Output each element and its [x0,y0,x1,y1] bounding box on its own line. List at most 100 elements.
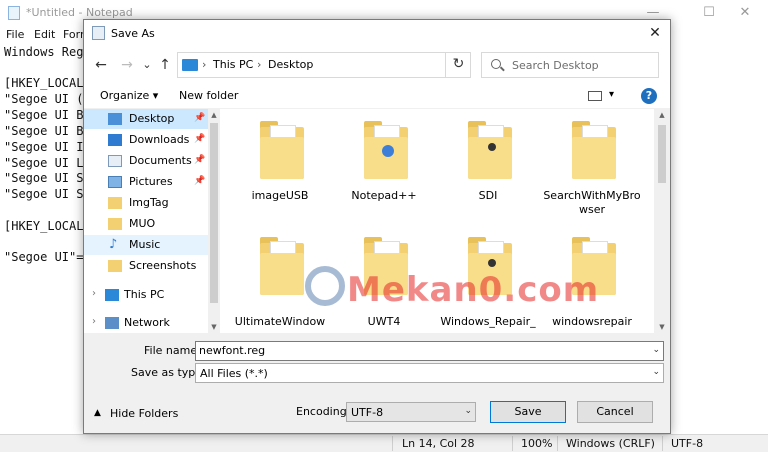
cancel-button[interactable]: Cancel [577,401,653,423]
nav-item-network[interactable]: › Network [84,313,208,333]
breadcrumb-desktop[interactable]: Desktop [268,58,313,71]
save-button[interactable]: Save [490,401,566,423]
text-line: [HKEY_LOCAL_ [4,219,91,233]
scroll-down-icon[interactable]: ▼ [208,321,220,333]
breadcrumb-this-pc[interactable]: This PC [213,58,253,71]
save-as-icon [92,26,105,40]
chevron-right-icon: › [202,58,207,71]
scroll-up-icon[interactable]: ▲ [208,109,220,121]
text-line: "Segoe UI (T [4,92,91,106]
back-button[interactable]: ← [92,56,110,74]
folder-icon [108,197,122,209]
gear-icon [305,266,345,306]
scrollbar-thumb[interactable] [658,125,666,183]
pictures-icon [108,176,122,188]
nav-item-desktop[interactable]: Desktop 📌 [84,109,208,129]
encoding-label: Encoding: [296,405,351,418]
folder-item[interactable]: SDI [436,113,540,223]
text-line: "Segoe UI Bo [4,124,91,138]
chevron-down-icon[interactable]: ⌄ [464,406,472,416]
folder-name: Notepad++ [351,189,417,202]
up-button[interactable]: ↑ [156,56,174,74]
view-dropdown[interactable]: ▾ [609,89,614,100]
nav-item-screenshots[interactable]: Screenshots [84,256,208,276]
nav-item-label: Screenshots [129,259,197,272]
refresh-button[interactable]: ↻ [445,52,471,78]
new-folder-button[interactable]: New folder [179,89,238,102]
help-icon[interactable]: ? [641,88,657,104]
nav-item-label: Network [124,316,170,329]
chevron-right-icon: › [257,58,262,71]
view-options-icon[interactable] [588,91,602,101]
folder-icon [468,121,512,179]
scroll-up-icon[interactable]: ▲ [654,109,670,121]
status-position: Ln 14, Col 28 [402,437,475,450]
nav-item-muo[interactable]: MUO [84,214,208,234]
organize-button[interactable]: Organize ▾ [100,89,158,102]
dialog-close-button[interactable]: ✕ [640,20,670,47]
status-divider [512,436,513,451]
folder-item[interactable]: SearchWithMyBrowser [540,113,644,223]
save-as-dialog: Save As ✕ ← → ⌄ ↑ › This PC › Desktop ⌄ … [83,19,671,434]
file-name-label: File name: [144,344,201,357]
nav-item-music[interactable]: ♪ Music [84,235,208,255]
status-zoom: 100% [521,437,553,450]
folder-item[interactable]: imageUSB [228,113,332,223]
nav-item-label: Pictures [129,175,173,188]
navigation-pane: Desktop 📌 Downloads 📌 Documents 📌 Pictur… [84,109,208,333]
menu-edit[interactable]: Edit [34,28,55,41]
nav-item-pictures[interactable]: Pictures 📌 [84,172,208,192]
close-button[interactable]: ✕ [722,0,768,26]
nav-pane-scrollbar[interactable]: ▲ ▼ [208,109,220,333]
text-line: "Segoe UI Se [4,171,91,185]
scrollbar-thumb[interactable] [210,123,218,303]
nav-item-documents[interactable]: Documents 📌 [84,151,208,171]
file-name-input[interactable] [199,344,639,357]
hide-folders-button[interactable]: Hide Folders [110,407,178,420]
dialog-footer: ▲ Hide Folders Encoding: UTF-8 ⌄ Save Ca… [84,383,670,433]
status-divider [392,436,393,451]
nav-item-downloads[interactable]: Downloads 📌 [84,130,208,150]
text-line: "Segoe UI"=" [4,250,91,264]
nav-item-this-pc[interactable]: › This PC [84,285,208,305]
scroll-down-icon[interactable]: ▼ [654,321,670,333]
desktop-screen: *Untitled - Notepad — ☐ ✕ File Edit Form… [0,0,768,452]
network-icon [105,317,119,329]
search-box[interactable] [481,52,659,78]
nav-item-label: Desktop [129,112,175,125]
navigation-bar: ← → ⌄ ↑ › This PC › Desktop ⌄ ↻ [84,47,670,85]
save-as-type-select[interactable]: All Files (*.*) ⌄ [195,363,664,383]
downloads-icon [108,134,122,146]
address-bar[interactable]: › This PC › Desktop ⌄ [177,52,522,78]
status-divider [557,436,558,451]
chevron-down-icon[interactable]: ⌄ [652,345,660,355]
documents-icon [108,155,122,167]
chevron-right-icon[interactable]: › [92,316,96,327]
status-encoding: UTF-8 [671,437,704,450]
chevron-up-icon[interactable]: ▲ [94,408,101,418]
text-line: [HKEY_LOCAL_ [4,76,91,90]
nav-item-imgtag[interactable]: ImgTag [84,193,208,213]
desktop-icon [108,113,122,125]
chevron-right-icon[interactable]: › [92,288,96,299]
menu-file[interactable]: File [6,28,24,41]
command-toolbar: Organize ▾ New folder ▾ ? [84,85,670,109]
forward-button[interactable]: → [118,56,136,74]
nav-item-label: Music [129,238,161,251]
folder-item[interactable]: Notepad++ [332,113,436,223]
dialog-title: Save As [111,27,155,40]
text-line: Windows Regi [4,45,91,59]
file-name-field[interactable]: ⌄ [195,341,664,361]
watermark-logo: Mekan0.com [301,262,601,322]
text-line: "Segoe UI Li [4,156,91,170]
folder-name: SDI [478,189,498,202]
recent-locations-button[interactable]: ⌄ [138,56,156,74]
save-as-type-value: All Files (*.*) [200,367,268,380]
computer-icon [105,289,119,301]
search-input[interactable] [512,57,652,73]
file-list-scrollbar[interactable]: ▲ ▼ [654,109,670,333]
chevron-down-icon[interactable]: ⌄ [652,367,660,377]
music-icon: ♪ [109,237,118,252]
pin-icon: 📌 [194,113,206,123]
encoding-select[interactable]: UTF-8 ⌄ [346,402,476,422]
